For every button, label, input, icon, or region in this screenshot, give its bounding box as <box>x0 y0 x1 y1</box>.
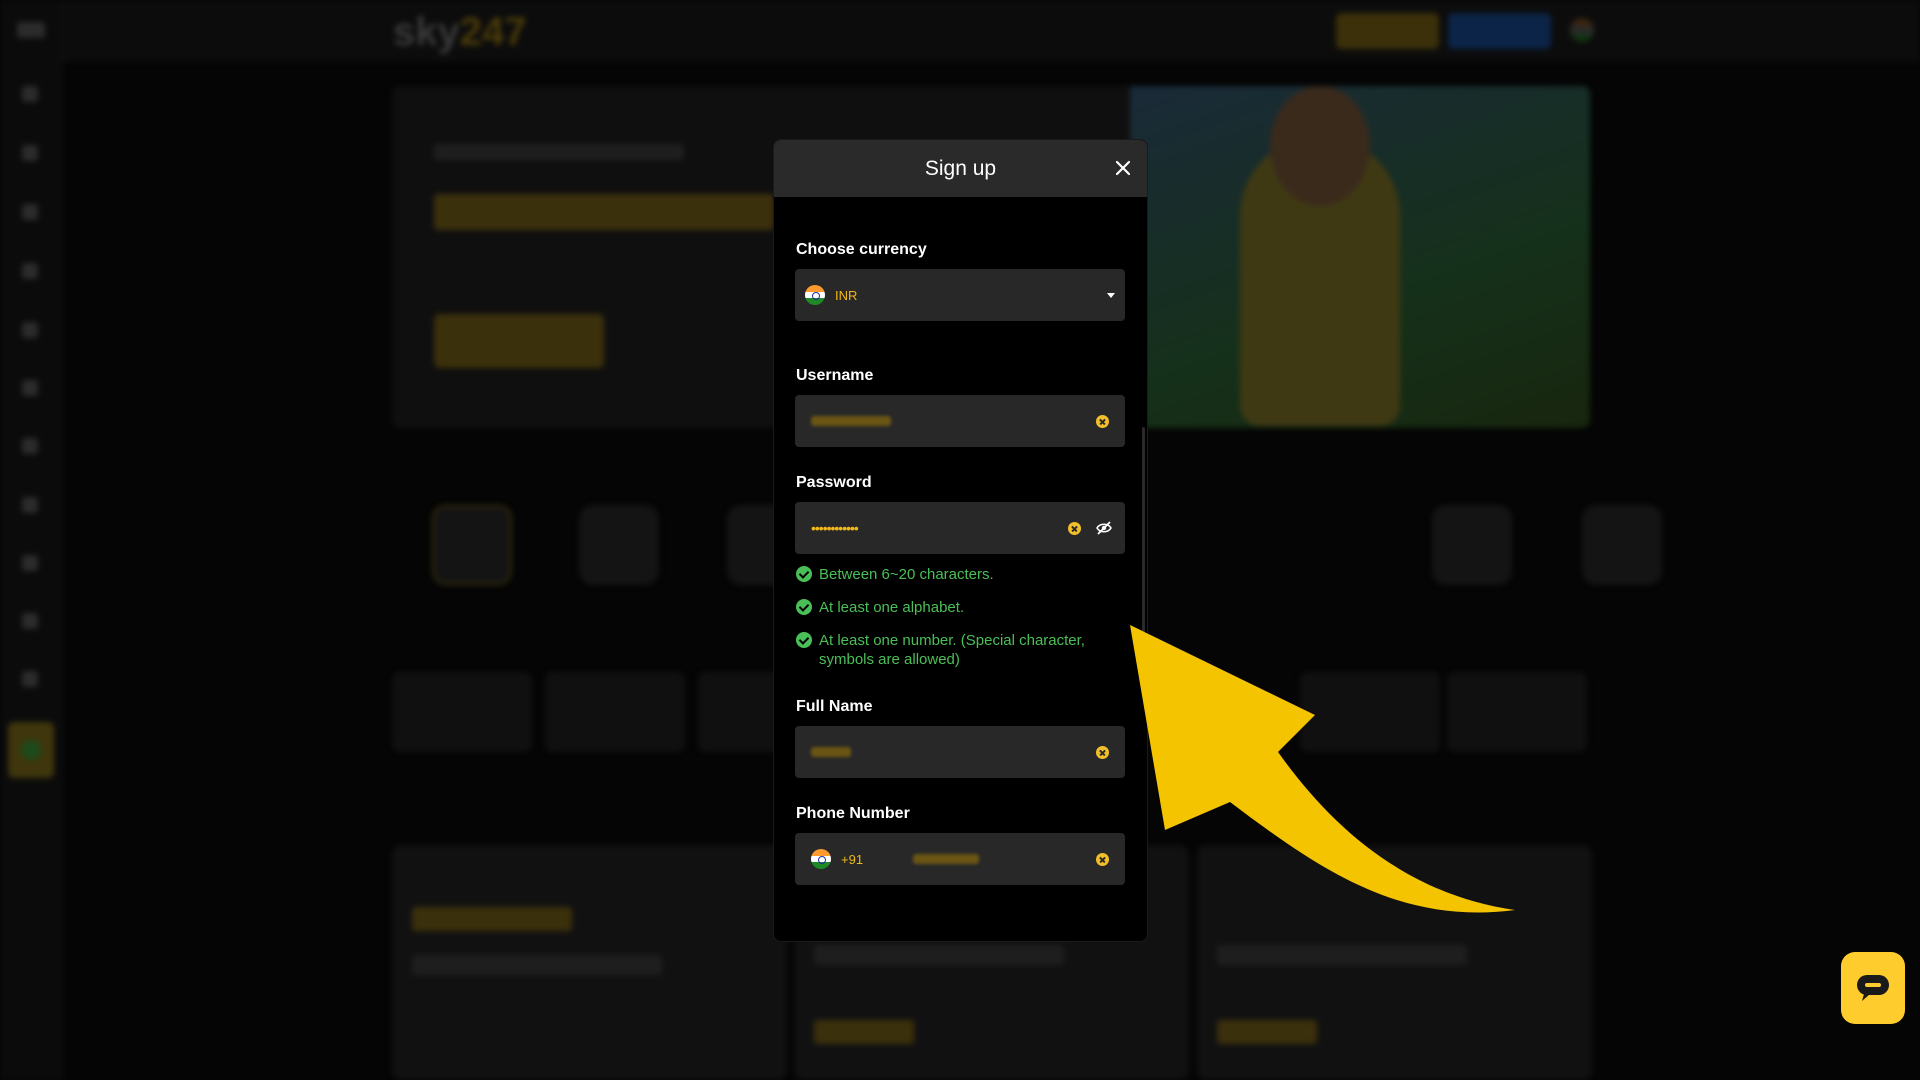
game-tile[interactable] <box>545 672 685 752</box>
password-field[interactable]: •••••••••••• <box>795 502 1125 554</box>
check-circle-icon <box>796 599 812 615</box>
rule-text: Between 6~20 characters. <box>819 566 994 583</box>
menu-icon[interactable] <box>17 22 45 38</box>
signup-button[interactable] <box>1448 13 1551 49</box>
clear-icon[interactable] <box>1096 853 1109 866</box>
login-button[interactable] <box>1336 13 1439 49</box>
rule-text: At least one alphabet. <box>819 599 965 616</box>
chat-button[interactable] <box>1841 952 1905 1024</box>
sidebar-icon[interactable] <box>22 613 38 629</box>
password-rule: Between 6~20 characters. <box>796 565 1109 584</box>
clear-icon[interactable] <box>1096 746 1109 759</box>
password-rule: At least one number. (Special character,… <box>796 631 1109 669</box>
sidebar-icon[interactable] <box>22 380 38 396</box>
fullname-label: Full Name <box>796 698 873 715</box>
sidebar-icon[interactable] <box>22 438 38 454</box>
close-button[interactable] <box>1109 154 1137 182</box>
check-circle-icon <box>796 632 812 648</box>
arrow-annotation <box>1130 625 1515 913</box>
currency-label: Choose currency <box>796 241 927 258</box>
clear-icon[interactable] <box>1068 522 1081 535</box>
chevron-down-icon <box>1107 293 1115 298</box>
modal-body: Choose currency INR Username Password ••… <box>774 197 1147 941</box>
language-flag-icon[interactable] <box>1570 18 1594 42</box>
sidebar-icon[interactable] <box>22 497 38 513</box>
promo-card[interactable] <box>392 845 787 1080</box>
sidebar-icon[interactable] <box>22 322 38 338</box>
game-tile[interactable] <box>392 672 532 752</box>
category-item[interactable] <box>579 505 659 585</box>
sidebar-icon[interactable] <box>22 86 38 102</box>
password-label: Password <box>796 474 872 491</box>
india-flag-icon <box>811 849 831 869</box>
category-item[interactable] <box>1432 505 1512 585</box>
currency-select[interactable]: INR <box>795 269 1125 321</box>
left-sidebar <box>0 0 62 1080</box>
top-bar <box>62 0 1920 62</box>
close-icon <box>1115 160 1131 176</box>
signup-modal: Sign up Choose currency INR Username Pas… <box>773 139 1148 942</box>
phone-country-code[interactable]: +91 <box>841 852 863 867</box>
site-logo[interactable]: sky247 <box>393 10 527 55</box>
clear-icon[interactable] <box>1096 415 1109 428</box>
phone-value-redacted <box>913 854 979 864</box>
password-rule: At least one alphabet. <box>796 598 1109 617</box>
sidebar-icon[interactable] <box>22 555 38 571</box>
username-label: Username <box>796 367 874 384</box>
sidebar-icon[interactable] <box>22 263 38 279</box>
phone-label: Phone Number <box>796 805 910 822</box>
sidebar-icon[interactable] <box>22 145 38 161</box>
india-flag-icon <box>805 285 825 305</box>
sidebar-whatsapp-item[interactable] <box>8 722 54 778</box>
username-value-redacted <box>811 416 891 426</box>
chat-icon <box>1857 975 1889 1001</box>
sidebar-icon[interactable] <box>22 671 38 687</box>
category-item[interactable] <box>432 505 512 585</box>
check-circle-icon <box>796 566 812 582</box>
password-value: •••••••••••• <box>811 520 859 536</box>
rule-text: At least one number. (Special character,… <box>819 632 1085 668</box>
currency-value: INR <box>835 288 858 303</box>
category-item[interactable] <box>1582 505 1662 585</box>
modal-header: Sign up <box>774 140 1147 197</box>
eye-off-icon[interactable] <box>1096 520 1112 536</box>
fullname-field[interactable] <box>795 726 1125 778</box>
phone-field[interactable]: +91 <box>795 833 1125 885</box>
sidebar-icon[interactable] <box>22 204 38 220</box>
username-field[interactable] <box>795 395 1125 447</box>
fullname-value-redacted <box>811 747 851 757</box>
modal-title: Sign up <box>924 156 997 180</box>
